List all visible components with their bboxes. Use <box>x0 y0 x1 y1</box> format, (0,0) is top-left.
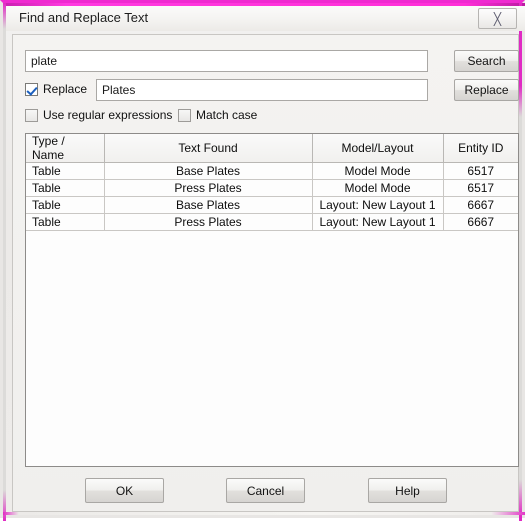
results-table: Type / Name Text Found Model/Layout Enti… <box>26 134 518 231</box>
window-title: Find and Replace Text <box>19 10 149 25</box>
table-header-row: Type / Name Text Found Model/Layout Enti… <box>26 134 518 163</box>
cell-model-layout: Layout: New Layout 1 <box>312 213 444 231</box>
find-and-replace-dialog: Find and Replace Text ╳ Search Replace R… <box>0 0 525 521</box>
cell-entity-id: 6667 <box>443 213 518 231</box>
column-header-text-found[interactable]: Text Found <box>104 134 313 163</box>
cell-type-name: Table <box>26 162 105 180</box>
cell-model-layout: Layout: New Layout 1 <box>312 196 444 214</box>
table-row[interactable]: Table Base Plates Model Mode 6517 <box>26 162 518 180</box>
search-results-list[interactable]: Type / Name Text Found Model/Layout Enti… <box>25 133 519 467</box>
cell-model-layout: Model Mode <box>312 162 444 180</box>
results-table-body: Table Base Plates Model Mode 6517 Table Press… <box>26 162 518 231</box>
search-button[interactable]: Search <box>454 50 519 72</box>
match-case-label: Match case <box>196 108 258 122</box>
table-row[interactable]: Table Press Plates Layout: New Layout 1 666… <box>26 213 518 231</box>
use-regular-expressions-label: Use regular expressions <box>43 108 173 122</box>
cell-text-found: Base Plates <box>104 196 313 214</box>
cell-entity-id: 6517 <box>443 179 518 197</box>
help-button[interactable]: Help <box>368 478 447 503</box>
title-bar[interactable]: Find and Replace Text ╳ <box>6 6 525 31</box>
match-case-checkbox-box[interactable] <box>178 108 191 122</box>
close-button[interactable]: ╳ <box>478 8 517 29</box>
find-text-input[interactable] <box>25 50 428 72</box>
cancel-button[interactable]: Cancel <box>226 478 305 503</box>
dialog-content-panel: Search Replace Replace Use regular expre… <box>12 34 519 512</box>
column-header-model-layout[interactable]: Model/Layout <box>312 134 444 163</box>
cell-entity-id: 6667 <box>443 196 518 214</box>
use-regular-expressions-checkbox[interactable]: Use regular expressions <box>25 108 172 122</box>
replace-checkbox-box[interactable] <box>25 82 38 96</box>
table-row[interactable]: Table Press Plates Model Mode 6517 <box>26 179 518 197</box>
close-x-icon: ╳ <box>493 11 502 26</box>
column-header-type-name[interactable]: Type / Name <box>26 134 105 163</box>
cell-text-found: Press Plates <box>104 213 313 231</box>
cell-type-name: Table <box>26 179 105 197</box>
cell-type-name: Table <box>26 196 105 214</box>
use-regular-expressions-checkbox-box[interactable] <box>25 108 38 122</box>
window-edge-bottom <box>3 512 525 515</box>
ok-button[interactable]: OK <box>85 478 164 503</box>
cell-text-found: Press Plates <box>104 179 313 197</box>
replace-checkbox[interactable]: Replace <box>25 82 87 96</box>
cell-type-name: Table <box>26 213 105 231</box>
column-header-entity-id[interactable]: Entity ID <box>443 134 518 163</box>
window-edge-right <box>519 3 522 521</box>
cell-entity-id: 6517 <box>443 162 518 180</box>
table-row[interactable]: Table Base Plates Layout: New Layout 1 6667 <box>26 196 518 214</box>
cell-model-layout: Model Mode <box>312 179 444 197</box>
cell-text-found: Base Plates <box>104 162 313 180</box>
window-edge-left <box>3 3 6 521</box>
match-case-checkbox[interactable]: Match case <box>178 108 257 122</box>
replace-checkbox-label: Replace <box>43 82 88 96</box>
replace-text-input[interactable] <box>96 79 428 101</box>
replace-button[interactable]: Replace <box>454 79 519 101</box>
